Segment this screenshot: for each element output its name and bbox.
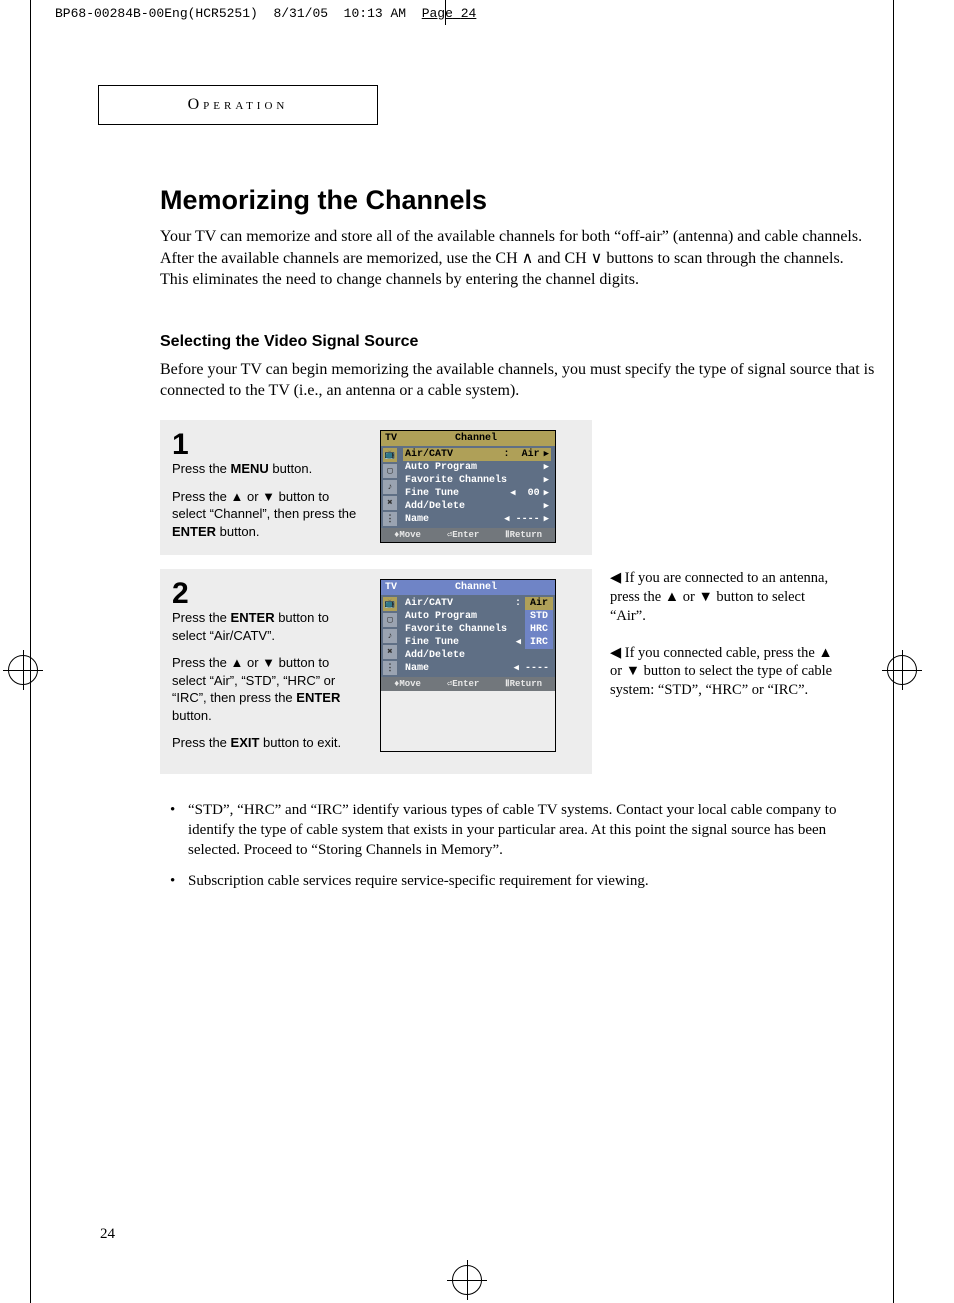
sound-icon: ♪ — [383, 480, 397, 494]
osd2-opt-hrc: HRC — [525, 623, 553, 636]
osd2-tv: TV — [385, 582, 397, 593]
registration-mark-right — [887, 655, 917, 685]
sound-icon: ♪ — [383, 629, 397, 643]
equalizer-icon: ⋮ — [383, 661, 397, 675]
bullet-1: “STD”, “HRC” and “IRC” identify various … — [188, 800, 875, 861]
sub-intro-paragraph: Before your TV can begin memorizing the … — [160, 359, 875, 402]
osd2-opt-irc: IRC — [525, 636, 553, 649]
osd-screenshot-2: TVChannel 📺 ▢ ♪ ✖ ⋮ Air/CATV: Auto Progr… — [380, 579, 556, 752]
step-1-line-2: Press the ▲ or ▼ button to select “Chann… — [172, 488, 362, 541]
setup-icon: ✖ — [383, 496, 397, 510]
intro-paragraph: Your TV can memorize and store all of th… — [160, 226, 875, 291]
step-2-block: 2 Press the ENTER button to select “Air/… — [160, 569, 592, 774]
osd2-icon-column: 📺 ▢ ♪ ✖ ⋮ — [381, 595, 399, 677]
osd2-row-name: Name◀ ---- — [403, 662, 551, 675]
step-1-line-1: Press the MENU button. — [172, 460, 362, 478]
osd2-title: Channel — [455, 582, 497, 593]
osd1-row-name: Name◀ ----▶ — [403, 513, 551, 526]
print-file: BP68-00284B-00Eng(HCR5251) — [55, 6, 258, 21]
osd-screenshot-1: TV Channel 📺 ▢ ♪ ✖ ⋮ Air/CATV: Air▶ Auto … — [380, 430, 556, 543]
osd2-footer: ♦Move ⏎Enter ⅡReturn — [381, 677, 555, 691]
osd1-row-aircatv: Air/CATV: Air▶ — [403, 448, 551, 461]
bullet-2: Subscription cable services require serv… — [188, 871, 875, 891]
osd-foot-enter: ⏎Enter — [447, 530, 479, 540]
setup-icon: ✖ — [383, 645, 397, 659]
print-page-label: Page — [422, 6, 453, 21]
step-2-line-2: Press the ▲ or ▼ button to select “Air”,… — [172, 654, 362, 724]
side-note-1: ◀ If you are connected to an antenna, pr… — [610, 569, 840, 626]
page-content: Operation Memorizing the Channels Your T… — [95, 85, 875, 901]
chapter-text: Operation — [188, 96, 289, 113]
osd1-row-finetune: Fine Tune◀ 00▶ — [403, 487, 551, 500]
osd1-title: Channel — [455, 433, 497, 444]
osd1-icon-column: 📺 ▢ ♪ ✖ ⋮ — [381, 446, 399, 528]
osd2-opt-air: Air — [525, 597, 553, 610]
step-1-text: 1 Press the MENU button. Press the ▲ or … — [172, 430, 362, 543]
crop-mark-left — [30, 0, 31, 1303]
crop-mark-right — [893, 0, 894, 1303]
osd-foot-return: ⅡReturn — [505, 530, 542, 540]
osd-foot-move: ♦Move — [394, 679, 421, 689]
osd1-row-autoprogram: Auto Program▶ — [403, 461, 551, 474]
print-date: 8/31/05 — [273, 6, 328, 21]
print-time: 10:13 AM — [344, 6, 406, 21]
print-page-num: 24 — [461, 6, 477, 21]
step-2-line-1: Press the ENTER button to select “Air/CA… — [172, 609, 362, 644]
step-1-number: 1 — [172, 430, 362, 460]
osd2-option-stack: Air STD HRC IRC — [525, 597, 553, 649]
chapter-label: Operation — [98, 85, 378, 125]
pip-icon: ▢ — [383, 464, 397, 478]
osd1-tv: TV — [385, 433, 397, 444]
osd1-row-adddelete: Add/Delete▶ — [403, 500, 551, 513]
step-2-number: 2 — [172, 579, 362, 609]
registration-mark-left — [8, 655, 38, 685]
equalizer-icon: ⋮ — [383, 512, 397, 526]
tv-icon: 📺 — [383, 597, 397, 611]
step-1-block: 1 Press the MENU button. Press the ▲ or … — [160, 420, 592, 555]
side-notes: ◀ If you are connected to an antenna, pr… — [610, 569, 840, 718]
side-note-2: ◀ If you connected cable, press the ▲ or… — [610, 644, 840, 701]
osd2-opt-std: STD — [525, 610, 553, 623]
osd2-row-adddelete: Add/Delete — [403, 649, 551, 662]
page-number: 24 — [100, 1226, 115, 1243]
registration-mark-bottom — [452, 1265, 482, 1295]
print-header: BP68-00284B-00Eng(HCR5251) 8/31/05 10:13… — [55, 6, 476, 21]
osd1-footer: ♦Move ⏎Enter ⅡReturn — [381, 528, 555, 542]
osd1-row-favorite: Favorite Channels▶ — [403, 474, 551, 487]
page-title: Memorizing the Channels — [160, 185, 875, 216]
step-2-text: 2 Press the ENTER button to select “Air/… — [172, 579, 362, 752]
osd-foot-move: ♦Move — [394, 530, 421, 540]
osd-foot-enter: ⏎Enter — [447, 679, 479, 689]
sub-heading: Selecting the Video Signal Source — [160, 333, 875, 351]
pip-icon: ▢ — [383, 613, 397, 627]
step-2-line-3: Press the EXIT button to exit. — [172, 734, 362, 752]
osd-foot-return: ⅡReturn — [505, 679, 542, 689]
tv-icon: 📺 — [383, 448, 397, 462]
bullet-list: “STD”, “HRC” and “IRC” identify various … — [160, 800, 875, 891]
